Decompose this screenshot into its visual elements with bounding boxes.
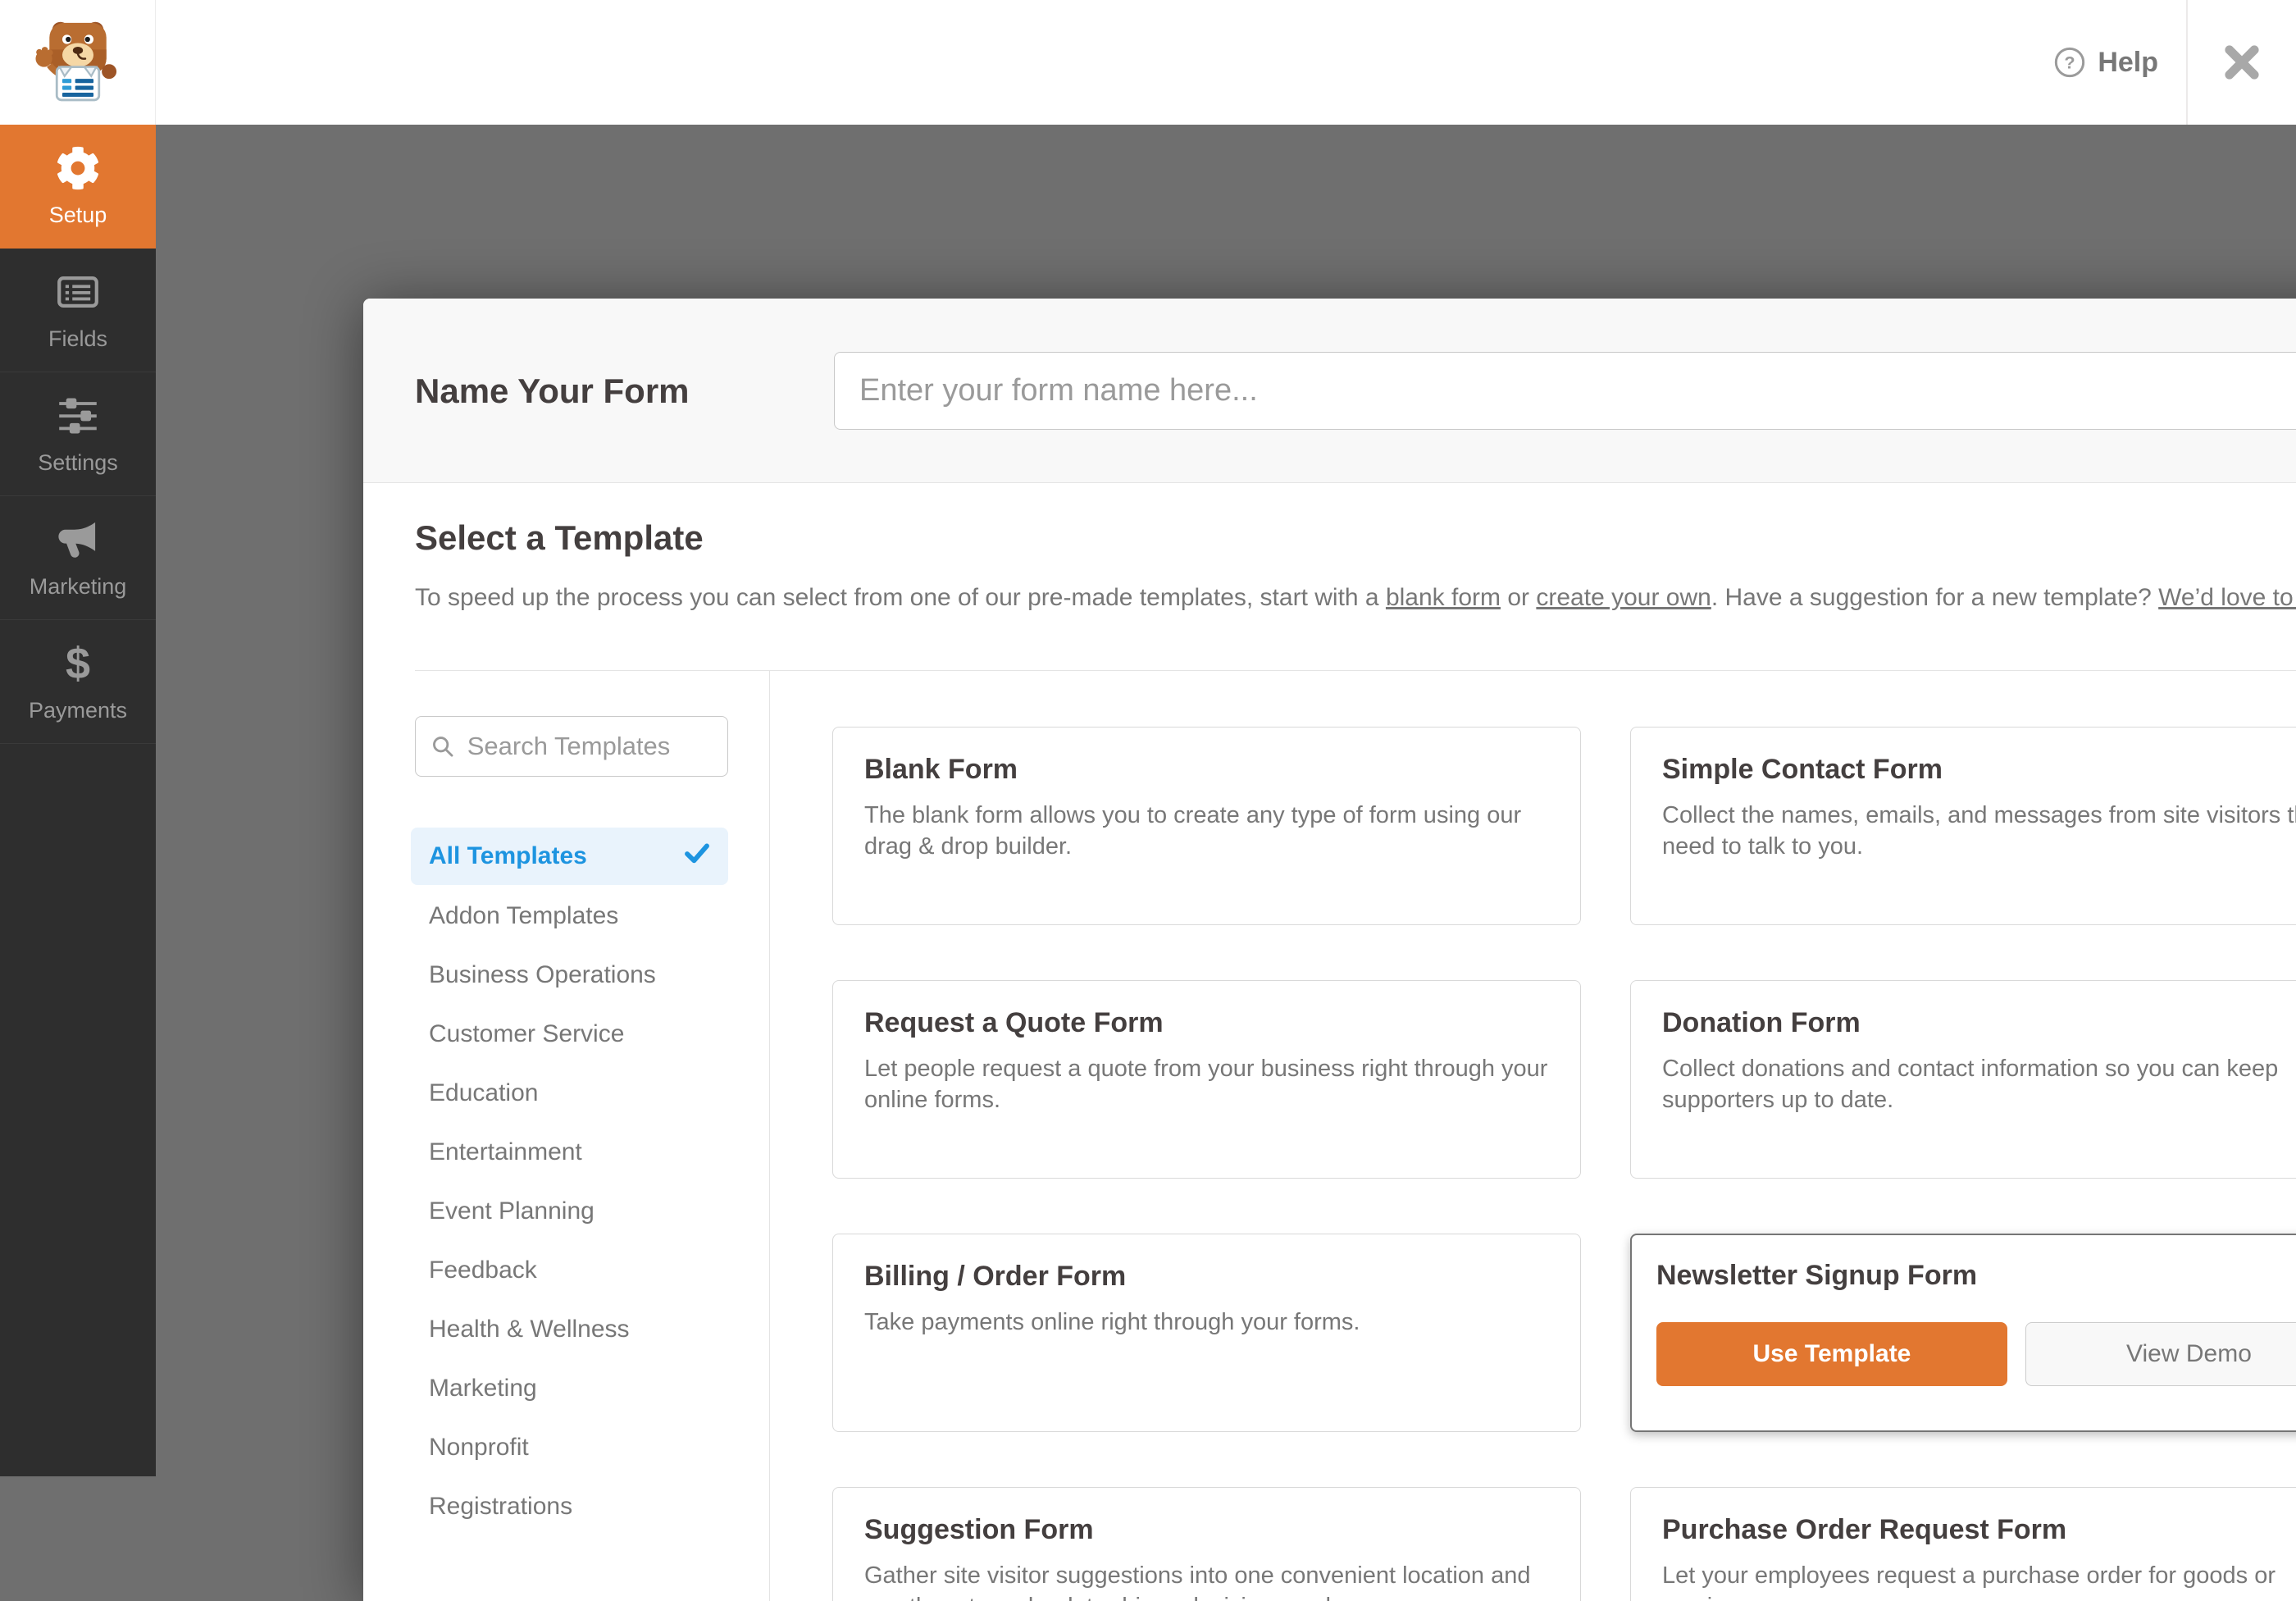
template-card-blank-form[interactable]: Blank Form The blank form allows you to c… (832, 727, 1581, 925)
wpforms-bear-logo-icon (32, 16, 124, 108)
template-card-description: Collect donations and contact informatio… (1662, 1053, 2296, 1115)
category-label: Education (429, 1079, 538, 1107)
template-card-title: Simple Contact Form (1662, 752, 2296, 787)
template-card-billing-order-form[interactable]: Billing / Order Form Take payments online… (832, 1234, 1581, 1432)
sidebar-item-setup[interactable]: Setup (0, 125, 156, 249)
template-card-title: Request a Quote Form (864, 1006, 1549, 1040)
sliders-icon (55, 393, 101, 439)
search-icon (430, 732, 455, 760)
template-card-request-a-quote-form[interactable]: Request a Quote Form Let people request a… (832, 980, 1581, 1179)
sidebar-item-label: Setup (49, 203, 107, 228)
template-card-buttons: Use Template View Demo (1656, 1322, 2296, 1386)
template-card-title: Billing / Order Form (864, 1259, 1549, 1293)
category-label: All Templates (429, 842, 587, 870)
category-event-planning[interactable]: Event Planning (411, 1182, 728, 1241)
template-card-description: Gather site visitor suggestions into one… (864, 1560, 1549, 1601)
template-card-description: Let people request a quote from your bus… (864, 1053, 1549, 1115)
category-label: Entertainment (429, 1138, 582, 1166)
template-card-simple-contact-form[interactable]: Simple Contact Form Collect the names, em… (1630, 727, 2296, 925)
view-demo-button[interactable]: View Demo (2025, 1322, 2296, 1386)
template-card-title: Donation Form (1662, 1006, 2296, 1040)
category-label: Registrations (429, 1493, 572, 1521)
setup-panel: Name Your Form Select a Template To spee… (363, 299, 2296, 1601)
template-card-description: Take payments online right through your … (864, 1307, 1549, 1338)
sidebar-item-label: Marketing (30, 574, 127, 600)
section-divider (415, 670, 2296, 671)
description-text: or (1501, 584, 1536, 611)
template-card-grid: Blank Form The blank form allows you to c… (832, 727, 2296, 1601)
name-your-form-title: Name Your Form (415, 299, 690, 483)
sidebar-item-label: Fields (48, 326, 107, 352)
template-card-description: Collect the names, emails, and messages … (1662, 800, 2296, 862)
column-divider (769, 671, 770, 1601)
template-search-input[interactable] (466, 731, 713, 762)
template-card-description: Let your employees request a purchase or… (1662, 1560, 2296, 1601)
category-label: Health & Wellness (429, 1316, 630, 1343)
select-template-description: To speed up the process you can select f… (415, 584, 2296, 612)
template-search-box (415, 716, 728, 777)
template-card-description: The blank form allows you to create any … (864, 800, 1549, 862)
template-card-donation-form[interactable]: Donation Form Collect donations and conta… (1630, 980, 2296, 1179)
category-entertainment[interactable]: Entertainment (411, 1123, 728, 1182)
category-label: Customer Service (429, 1020, 624, 1048)
help-label: Help (2098, 47, 2158, 79)
category-label: Feedback (429, 1257, 537, 1284)
category-label: Business Operations (429, 961, 656, 989)
sidebar-item-marketing[interactable]: Marketing (0, 496, 156, 620)
help-question-icon: ? (2053, 46, 2086, 79)
megaphone-icon (55, 517, 101, 563)
fields-icon (55, 269, 101, 315)
description-text: To speed up the process you can select f… (415, 584, 1386, 611)
category-business-operations[interactable]: Business Operations (411, 946, 728, 1005)
description-link-we-d-love-to-hear-it[interactable]: We’d love to hear it (2158, 584, 2296, 611)
category-registrations[interactable]: Registrations (411, 1477, 728, 1536)
select-template-title: Select a Template (415, 518, 704, 558)
category-nonprofit[interactable]: Nonprofit (411, 1418, 728, 1477)
category-label: Event Planning (429, 1197, 594, 1225)
wpforms-logo (0, 0, 156, 125)
category-customer-service[interactable]: Customer Service (411, 1005, 728, 1064)
form-name-input[interactable] (834, 352, 2296, 430)
sidebar-item-fields[interactable]: Fields (0, 249, 156, 372)
use-template-button[interactable]: Use Template (1656, 1322, 2007, 1386)
template-card-title: Newsletter Signup Form (1656, 1258, 2296, 1293)
template-card-newsletter-signup-form[interactable]: Newsletter Signup Form Use Template View D… (1630, 1234, 2296, 1432)
description-link-blank-form[interactable]: blank form (1386, 584, 1501, 611)
check-icon (684, 840, 710, 873)
category-label: Addon Templates (429, 902, 618, 930)
builder-sidebar: Setup Fields Settings Marketing $ Payments (0, 125, 156, 1476)
template-category-list: All Templates Addon Templates Business Ope… (411, 828, 728, 1536)
template-card-title: Blank Form (864, 752, 1549, 787)
category-education[interactable]: Education (411, 1064, 728, 1123)
sidebar-item-label: Settings (38, 450, 118, 476)
template-card-purchase-order-request-form[interactable]: Purchase Order Request Form Let your empl… (1630, 1487, 2296, 1601)
close-builder-button[interactable] (2188, 0, 2296, 125)
help-button[interactable]: ? Help (2053, 0, 2158, 125)
category-label: Marketing (429, 1375, 537, 1403)
gear-icon (55, 145, 101, 191)
svg-text:?: ? (2065, 52, 2075, 73)
description-text: . Have a suggestion for a new template? (1711, 584, 2158, 611)
template-card-suggestion-form[interactable]: Suggestion Form Gather site visitor sugge… (832, 1487, 1581, 1601)
template-card-title: Purchase Order Request Form (1662, 1512, 2296, 1547)
builder-backdrop: Name Your Form Select a Template To spee… (156, 125, 2296, 1476)
sidebar-item-payments[interactable]: $ Payments (0, 620, 156, 744)
category-all-templates[interactable]: All Templates (411, 828, 728, 885)
topbar: ? Help (0, 0, 2296, 125)
sidebar-item-settings[interactable]: Settings (0, 372, 156, 496)
sidebar-item-label: Payments (29, 698, 127, 723)
category-addon-templates[interactable]: Addon Templates (411, 887, 728, 946)
category-health-wellness[interactable]: Health & Wellness (411, 1300, 728, 1359)
description-link-create-your-own[interactable]: create your own (1536, 584, 1711, 611)
category-marketing[interactable]: Marketing (411, 1359, 728, 1418)
dollar-icon: $ (55, 641, 101, 686)
category-label: Nonprofit (429, 1434, 529, 1462)
template-card-title: Suggestion Form (864, 1512, 1549, 1547)
category-feedback[interactable]: Feedback (411, 1241, 728, 1300)
name-your-form-section: Name Your Form (363, 299, 2296, 483)
close-icon (2221, 41, 2263, 84)
